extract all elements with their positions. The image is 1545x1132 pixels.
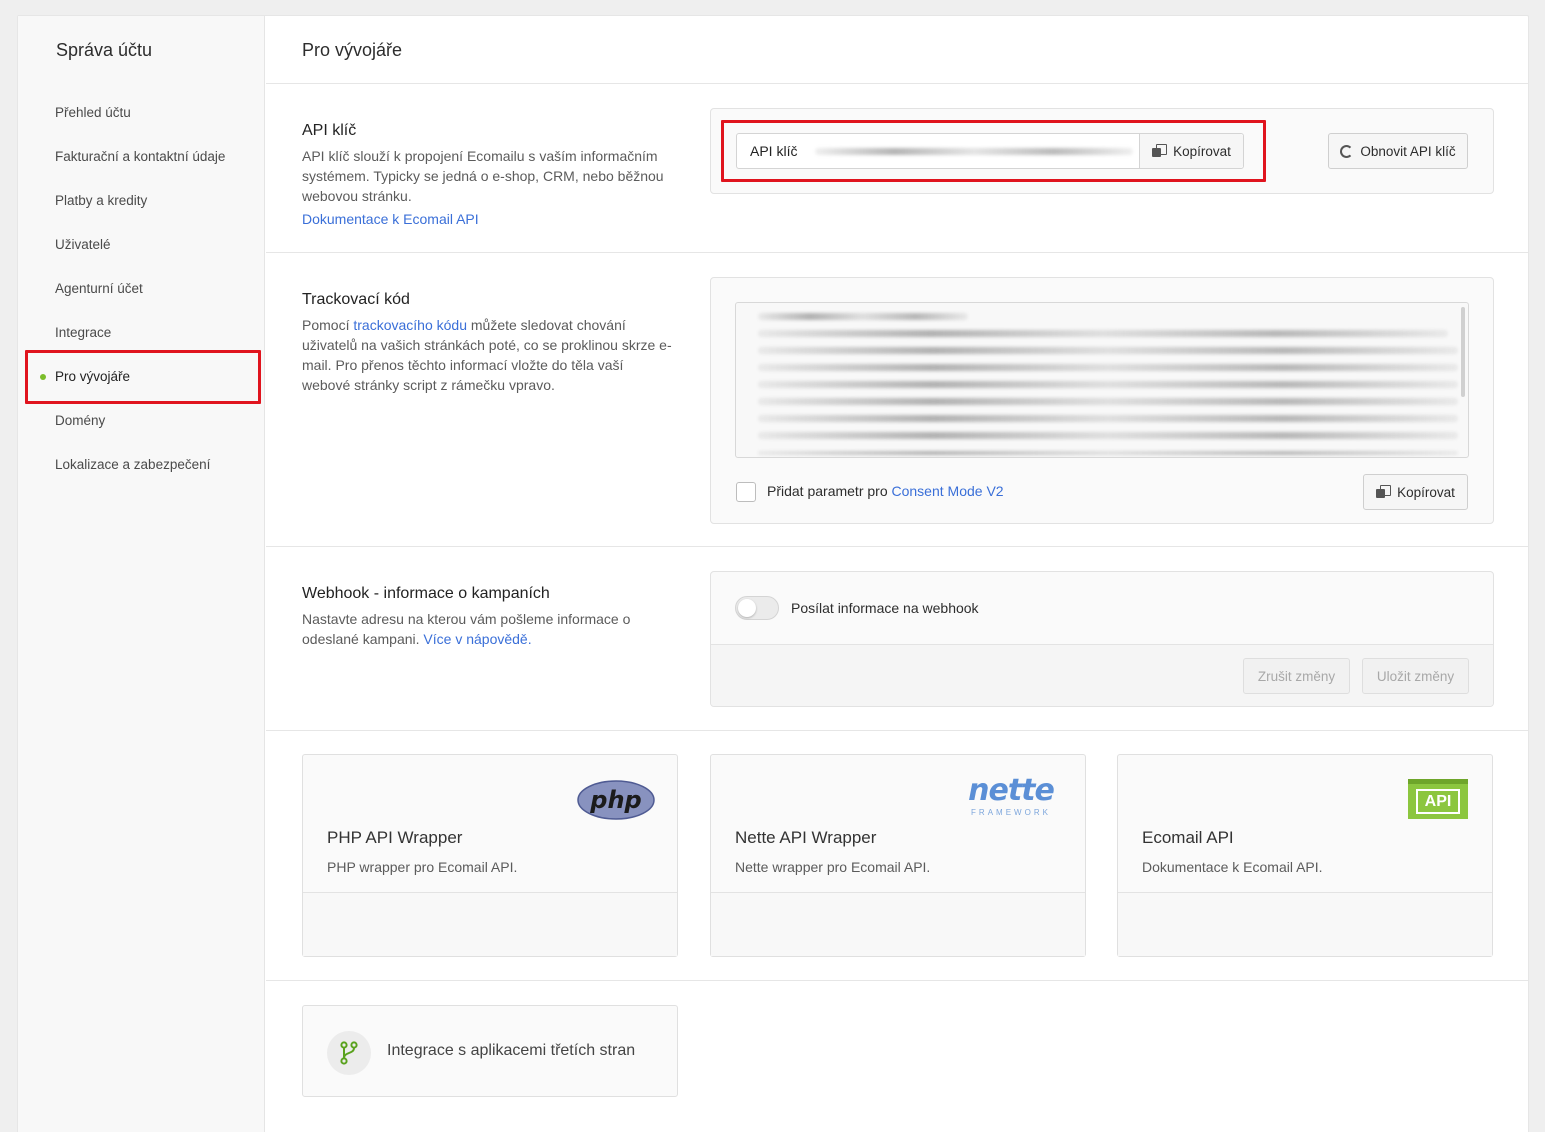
tile-title: PHP API Wrapper bbox=[327, 828, 463, 847]
sidebar-item-domeny[interactable]: Domény bbox=[18, 399, 265, 443]
tile-footer bbox=[303, 893, 677, 956]
sidebar-item-pro-vyvojare[interactable]: Pro vývojáře bbox=[18, 355, 265, 399]
nette-wrapper-tile[interactable]: nette FRAMEWORK Nette API Wrapper Nette … bbox=[710, 754, 1086, 957]
consent-mode-checkbox[interactable] bbox=[736, 482, 756, 502]
main-content: Pro vývojáře API klíč API klíč slouží k … bbox=[266, 16, 1528, 1132]
consent-mode-link[interactable]: Consent Mode V2 bbox=[892, 483, 1004, 499]
tracking-desc: Pomocí trackovacího kódu můžete sledovat… bbox=[302, 315, 674, 395]
sidebar-item-platby-a-kredity[interactable]: Platby a kredity bbox=[18, 179, 265, 223]
consent-mode-label-text: Přidat parametr pro bbox=[767, 483, 892, 499]
webhook-toggle[interactable] bbox=[735, 596, 779, 620]
sidebar-item-fakturacni-udaje[interactable]: Fakturační a kontaktní údaje bbox=[18, 135, 265, 179]
third-party-integrations-tile[interactable]: Integrace s aplikacemi třetích stran bbox=[302, 1005, 678, 1097]
sidebar-item-lokalizace[interactable]: Lokalizace a zabezpečení bbox=[18, 443, 265, 487]
sidebar-item-integrace[interactable]: Integrace bbox=[18, 311, 265, 355]
api-key-copy-label: Kopírovat bbox=[1173, 143, 1231, 159]
sidebar-item-prehled-uctu[interactable]: Přehled účtu bbox=[18, 91, 265, 135]
divider bbox=[266, 252, 1528, 253]
refresh-icon bbox=[1340, 144, 1354, 158]
webhook-desc: Nastavte adresu na kterou vám pošleme in… bbox=[302, 609, 652, 649]
tile-desc: PHP wrapper pro Ecomail API. bbox=[327, 859, 518, 875]
page-title: Pro vývojáře bbox=[302, 40, 403, 60]
api-key-title: API klíč bbox=[302, 122, 357, 139]
third-party-integrations-label: Integrace s aplikacemi třetích stran bbox=[387, 1042, 636, 1059]
divider bbox=[266, 980, 1528, 981]
consent-mode-label: Přidat parametr pro Consent Mode V2 bbox=[767, 483, 1004, 499]
branch-icon bbox=[340, 1041, 358, 1065]
copy-icon bbox=[1152, 144, 1168, 158]
save-changes-button[interactable]: Uložit změny bbox=[1362, 658, 1469, 694]
api-logo-text: API bbox=[1416, 789, 1460, 814]
api-docs-link[interactable]: Dokumentace k Ecomail API bbox=[302, 209, 682, 229]
copy-icon bbox=[1376, 485, 1392, 499]
svg-text:php: php bbox=[589, 786, 641, 814]
divider bbox=[266, 83, 1528, 84]
api-key-card: API klíč Kopírovat Obnovit API klíč bbox=[710, 108, 1494, 194]
code-scrollbar[interactable] bbox=[1461, 307, 1465, 397]
sidebar-item-uzivatele[interactable]: Uživatelé bbox=[18, 223, 265, 267]
tracking-code-link[interactable]: trackovacího kódu bbox=[353, 317, 467, 333]
refresh-api-key-label: Obnovit API klíč bbox=[1360, 143, 1456, 159]
tile-title: Nette API Wrapper bbox=[735, 828, 877, 847]
php-wrapper-tile[interactable]: php PHP API Wrapper PHP wrapper pro Ecom… bbox=[302, 754, 678, 957]
sidebar-nav: Přehled účtu Fakturační a kontaktní údaj… bbox=[18, 91, 265, 487]
app-frame: Správa účtu Přehled účtu Fakturační a ko… bbox=[17, 15, 1529, 1132]
tile-desc: Nette wrapper pro Ecomail API. bbox=[735, 859, 931, 875]
divider bbox=[266, 546, 1528, 547]
api-key-desc: API klíč slouží k propojení Ecomailu s v… bbox=[302, 146, 682, 206]
tile-footer bbox=[711, 893, 1085, 956]
branch-icon-wrap bbox=[327, 1031, 371, 1075]
sidebar-title: Správa účtu bbox=[56, 40, 153, 60]
tracking-code-box-redacted[interactable] bbox=[735, 302, 1469, 458]
cancel-changes-button[interactable]: Zrušit změny bbox=[1243, 658, 1350, 694]
api-key-field: API klíč Kopírovat bbox=[736, 133, 1244, 169]
divider bbox=[266, 730, 1528, 731]
api-key-value-redacted[interactable] bbox=[811, 134, 1139, 168]
php-logo-icon: php bbox=[577, 780, 655, 820]
tracking-copy-button[interactable]: Kopírovat bbox=[1363, 474, 1468, 510]
api-key-field-label: API klíč bbox=[750, 143, 798, 159]
webhook-help-link[interactable]: Více v nápovědě. bbox=[423, 631, 531, 647]
nette-logo-icon: nette FRAMEWORK bbox=[961, 775, 1061, 818]
sidebar-item-agenturni-ucet[interactable]: Agenturní účet bbox=[18, 267, 265, 311]
tracking-title: Trackovací kód bbox=[302, 291, 410, 308]
webhook-card: Posílat informace na webhook Zrušit změn… bbox=[710, 571, 1494, 707]
tracking-desc-before: Pomocí bbox=[302, 317, 354, 333]
api-key-copy-button[interactable]: Kopírovat bbox=[1139, 134, 1243, 168]
webhook-toggle-label: Posílat informace na webhook bbox=[791, 600, 979, 616]
tile-desc: Dokumentace k Ecomail API. bbox=[1142, 859, 1323, 875]
tile-title: Ecomail API bbox=[1142, 828, 1234, 847]
webhook-title: Webhook - informace o kampaních bbox=[302, 585, 550, 602]
tile-footer bbox=[1118, 893, 1492, 956]
tracking-copy-label: Kopírovat bbox=[1397, 484, 1455, 500]
tracking-card: Přidat parametr pro Consent Mode V2 Kopí… bbox=[710, 277, 1494, 524]
sidebar: Správa účtu Přehled účtu Fakturační a ko… bbox=[18, 16, 265, 1132]
api-key-desc-text: API klíč slouží k propojení Ecomailu s v… bbox=[302, 148, 664, 204]
ecomail-api-tile[interactable]: API Ecomail API Dokumentace k Ecomail AP… bbox=[1117, 754, 1493, 957]
nette-logo-sub: FRAMEWORK bbox=[971, 808, 1051, 817]
refresh-api-key-button[interactable]: Obnovit API klíč bbox=[1328, 133, 1468, 169]
api-logo-icon: API bbox=[1408, 779, 1468, 819]
